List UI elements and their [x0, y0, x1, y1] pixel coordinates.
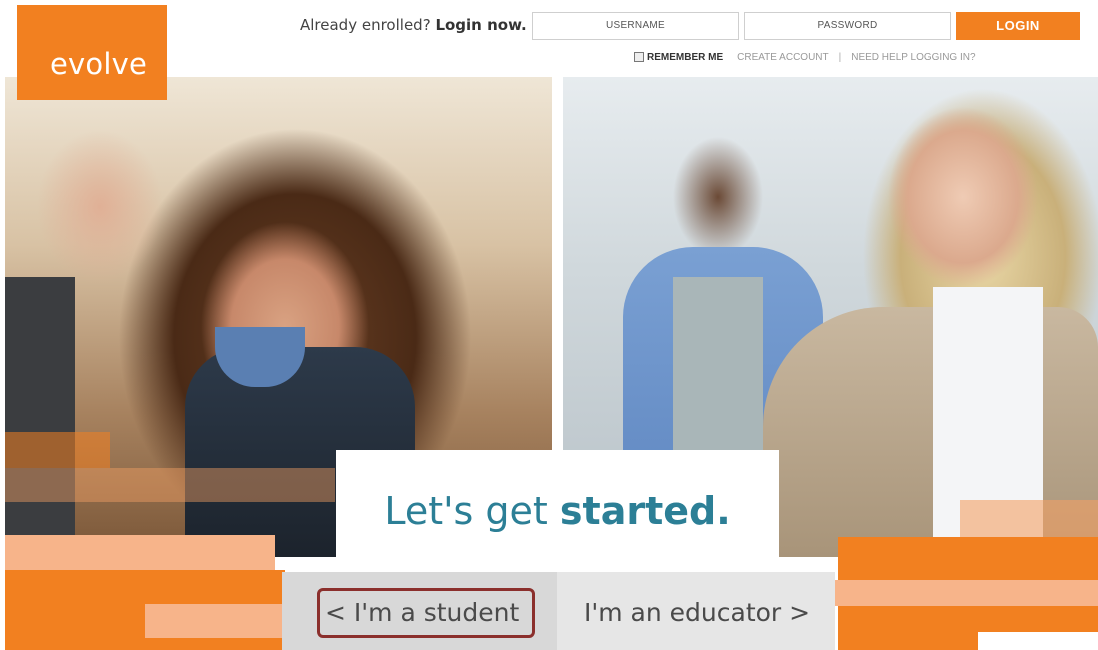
- decor-bar: [5, 468, 335, 502]
- decor-bar: [835, 580, 1098, 606]
- evolve-logo[interactable]: evolve: [17, 5, 167, 100]
- student-choice-label: < I'm a student: [325, 598, 520, 627]
- headline-prefix: Let's get: [384, 489, 560, 533]
- decor-bar: [145, 604, 285, 638]
- username-input[interactable]: USERNAME: [532, 12, 739, 40]
- headline-strong: started.: [559, 489, 731, 533]
- photo-shape: [5, 277, 75, 557]
- logo-text: evolve: [50, 47, 148, 81]
- student-choice-button[interactable]: < I'm a student: [282, 572, 557, 650]
- password-input[interactable]: PASSWORD: [744, 12, 951, 40]
- login-now-link[interactable]: Login now.: [435, 16, 526, 34]
- enrolled-prefix: Already enrolled?: [300, 16, 431, 34]
- decor-bar: [5, 432, 110, 468]
- get-started-card: Let's get started.: [336, 450, 779, 572]
- educator-choice-button[interactable]: I'm an educator >: [557, 572, 835, 650]
- need-help-link[interactable]: NEED HELP LOGGING IN?: [851, 52, 975, 63]
- decor-bar: [978, 632, 1098, 650]
- enrolled-prompt: Already enrolled? Login now.: [300, 16, 527, 34]
- decor-bar: [960, 500, 1098, 537]
- photo-shape: [673, 277, 763, 477]
- login-sub-links: REMEMBER ME CREATE ACCOUNT | NEED HELP L…: [634, 50, 976, 64]
- educator-choice-label: I'm an educator >: [584, 598, 811, 627]
- remember-me-label[interactable]: REMEMBER ME: [647, 52, 723, 63]
- login-button[interactable]: LOGIN: [956, 12, 1080, 40]
- decor-bar: [5, 535, 275, 570]
- get-started-headline: Let's get started.: [384, 489, 730, 533]
- remember-me-checkbox[interactable]: [634, 52, 644, 62]
- create-account-link[interactable]: CREATE ACCOUNT: [737, 52, 829, 63]
- link-separator: |: [838, 51, 842, 63]
